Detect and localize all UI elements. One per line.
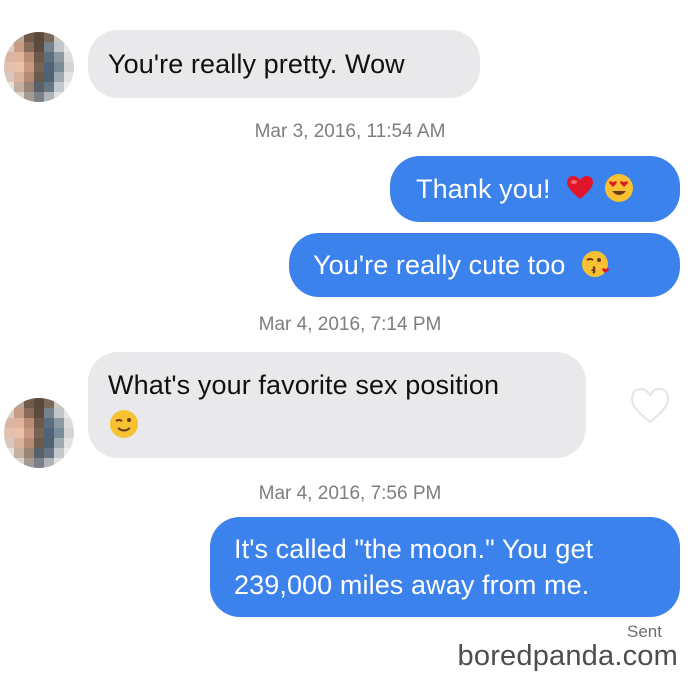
message-text: What's your favorite sex position	[108, 370, 500, 400]
outgoing-message[interactable]: It's called "the moon." You get 239,000 …	[210, 517, 680, 617]
timestamp: Mar 4, 2016, 7:56 PM	[258, 483, 442, 504]
message-text-line: 239,000 miles away from me.	[234, 570, 590, 600]
outgoing-message[interactable]: Thank you!	[390, 156, 680, 222]
like-heart-icon[interactable]	[628, 386, 672, 426]
heart-emoji	[566, 175, 594, 201]
contact-avatar[interactable]	[4, 398, 74, 468]
contact-avatar[interactable]	[4, 32, 74, 102]
incoming-message[interactable]: What's your favorite sex position	[88, 352, 586, 458]
outgoing-message[interactable]: You're really cute too	[289, 233, 680, 297]
timestamp: Mar 3, 2016, 11:54 AM	[254, 121, 446, 142]
incoming-message[interactable]: You're really pretty. Wow	[88, 30, 480, 98]
winking-face-emoji	[108, 408, 140, 440]
message-text: You're really cute too	[313, 250, 566, 280]
watermark: boredpanda.com	[457, 640, 678, 672]
conversation-thread: You're really pretty. Wow Mar 3, 2016, 1…	[0, 0, 700, 695]
heart-eyes-emoji	[604, 173, 634, 203]
message-text-line: It's called "the moon." You get	[234, 534, 594, 564]
timestamp: Mar 4, 2016, 7:14 PM	[258, 314, 442, 335]
kissing-wink-emoji	[581, 249, 613, 279]
delivery-status: Sent	[627, 622, 662, 641]
message-text: You're really pretty. Wow	[108, 49, 405, 79]
message-text: Thank you!	[416, 174, 551, 204]
